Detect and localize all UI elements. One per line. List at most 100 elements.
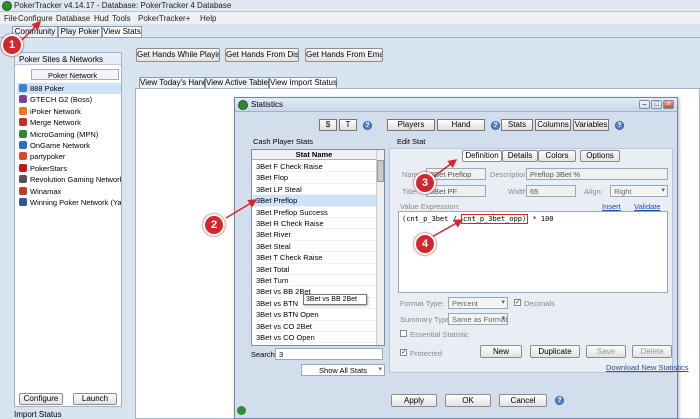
network-item[interactable]: partypoker: [17, 151, 121, 162]
network-item[interactable]: MicroGaming (MPN): [17, 129, 121, 140]
menu-file[interactable]: File: [4, 14, 17, 23]
window-title: PokerTracker v4.14.17 - Database: PokerT…: [14, 1, 232, 10]
network-logo-icon: [19, 175, 27, 184]
menu-hud[interactable]: Hud: [94, 14, 109, 23]
ok-button[interactable]: OK: [445, 394, 491, 407]
stat-list: Stat Name 3Bet F Check Raise 3Bet Flop 3Be…: [251, 149, 385, 346]
stat-row[interactable]: 3Bet R Check Raise: [253, 218, 376, 230]
menu-tools[interactable]: Tools: [112, 14, 131, 23]
menu-database[interactable]: Database: [56, 14, 90, 23]
help-icon[interactable]: ?: [491, 121, 500, 130]
network-item[interactable]: GTECH G2 (Boss): [17, 94, 121, 105]
network-item[interactable]: OnGame Network: [17, 140, 121, 151]
decimals-checkbox[interactable]: [514, 298, 521, 306]
stat-row[interactable]: 3Bet Preflop: [253, 195, 376, 207]
value-expression-label: Value Expression:: [400, 202, 460, 211]
network-item[interactable]: Merge Network: [17, 117, 121, 128]
network-item[interactable]: Winamax: [17, 186, 121, 197]
marker-2: 2: [203, 214, 225, 236]
help-icon[interactable]: ?: [363, 121, 372, 130]
cash-stats-label: Cash Player Stats: [253, 137, 314, 146]
value-expression-editor[interactable]: (cnt_p_3bet / cnt_p_3bet_opp) * 100: [398, 211, 668, 293]
width-field[interactable]: 65: [526, 185, 576, 197]
stat-row[interactable]: 3Bet Turn: [253, 275, 376, 287]
tab-stats[interactable]: Stats: [501, 119, 533, 131]
configure-button[interactable]: Configure: [19, 393, 63, 405]
launch-button[interactable]: Launch: [73, 393, 117, 405]
stat-row[interactable]: 3Bet vs CO 2Bet: [253, 321, 376, 332]
validate-link[interactable]: Validate: [634, 202, 661, 211]
stat-filter-select[interactable]: Show All Stats: [301, 364, 385, 376]
scope-hand[interactable]: Hand: [437, 119, 485, 131]
dialog-title: Statistics: [251, 100, 284, 109]
save-button[interactable]: Save: [586, 345, 626, 358]
minimize-icon[interactable]: –: [639, 100, 650, 109]
essential-checkbox[interactable]: [400, 330, 407, 337]
dialog-icon: [238, 100, 248, 110]
description-field[interactable]: Preflop 3Bet %: [526, 168, 668, 180]
tab-view-stats[interactable]: View Stats: [102, 26, 142, 38]
edit-stat-label: Edit Stat: [397, 137, 426, 146]
network-item[interactable]: Revolution Gaming Network: [17, 174, 121, 185]
network-item[interactable]: PokerStars: [17, 163, 121, 174]
stat-name-header[interactable]: Stat Name: [252, 150, 376, 160]
download-stats-link[interactable]: Download New Statistics: [606, 363, 689, 372]
format-type-select[interactable]: Percent: [448, 297, 508, 309]
menu-configure[interactable]: Configure: [18, 14, 53, 23]
stat-row[interactable]: 3Bet Preflop Success: [253, 207, 376, 218]
scope-players[interactable]: Players: [387, 119, 435, 131]
essential-label: Essential Statistic: [410, 330, 469, 339]
menu-pokertracker-plus[interactable]: PokerTracker+: [138, 14, 190, 23]
insert-link[interactable]: Insert: [602, 202, 621, 211]
maximize-icon[interactable]: □: [651, 100, 662, 109]
marker-1: 1: [1, 34, 23, 56]
tab-columns[interactable]: Columns: [535, 119, 571, 131]
get-hands-disk-button[interactable]: Get Hands From Disk: [225, 48, 299, 62]
stat-row[interactable]: 3Bet F Check Raise: [253, 161, 376, 173]
get-hands-playing-button[interactable]: Get Hands While Playing: [136, 48, 220, 62]
search-label: Search:: [251, 350, 277, 359]
protected-checkbox[interactable]: [400, 348, 407, 356]
new-button[interactable]: New: [480, 345, 522, 358]
currency-tournament[interactable]: T: [339, 119, 357, 131]
help-icon[interactable]: ?: [555, 396, 564, 405]
stat-row[interactable]: 3Bet T Check Raise: [253, 252, 376, 264]
network-item[interactable]: Winning Poker Network (Yatah: [17, 197, 121, 208]
scroll-thumb[interactable]: [377, 160, 384, 182]
stat-row[interactable]: 3Bet River: [253, 229, 376, 241]
help-icon[interactable]: ?: [615, 121, 624, 130]
stat-row[interactable]: 3Bet vs BTN Open: [253, 309, 376, 321]
cancel-button[interactable]: Cancel: [499, 394, 547, 407]
tab-colors[interactable]: Colors: [538, 150, 576, 162]
stat-row[interactable]: 3Bet Flop: [253, 172, 376, 184]
apply-button[interactable]: Apply: [391, 394, 437, 407]
network-item[interactable]: 888 Poker: [17, 83, 121, 94]
expression-part-3: * 100: [528, 215, 554, 223]
tab-definition[interactable]: Definition: [462, 150, 502, 162]
tab-details[interactable]: Details: [502, 150, 538, 162]
tab-variables[interactable]: Variables: [573, 119, 609, 131]
stat-row[interactable]: 3Bet LP Steal: [253, 184, 376, 196]
close-icon[interactable]: ×: [663, 100, 674, 109]
network-label: OnGame Network: [30, 141, 91, 150]
currency-dollar[interactable]: $: [319, 119, 337, 131]
delete-button[interactable]: Delete: [632, 345, 672, 358]
search-input[interactable]: 3: [275, 348, 383, 360]
get-hands-email-button[interactable]: Get Hands From Email: [305, 48, 383, 62]
duplicate-button[interactable]: Duplicate: [530, 345, 580, 358]
network-item[interactable]: iPoker Network: [17, 106, 121, 117]
network-logo-icon: [19, 141, 27, 149]
stat-row[interactable]: 3Bet vs CO Open: [253, 332, 376, 344]
summary-type-select[interactable]: Same as Format: [448, 313, 508, 325]
tab-options[interactable]: Options: [580, 150, 620, 162]
stat-row[interactable]: 3Bet Steal: [253, 241, 376, 253]
stat-row[interactable]: 3Bet vs SB 2Bet: [253, 343, 376, 345]
menu-help[interactable]: Help: [200, 14, 216, 23]
tab-play-poker[interactable]: Play Poker: [58, 26, 102, 38]
stat-row[interactable]: 3Bet Total: [253, 264, 376, 275]
protected-label: Protected: [410, 349, 443, 358]
align-select[interactable]: Right: [610, 185, 668, 197]
network-logo-icon: [19, 106, 27, 115]
stat-list-scrollbar[interactable]: [376, 150, 384, 345]
format-type-label: Format Type:: [400, 299, 445, 308]
